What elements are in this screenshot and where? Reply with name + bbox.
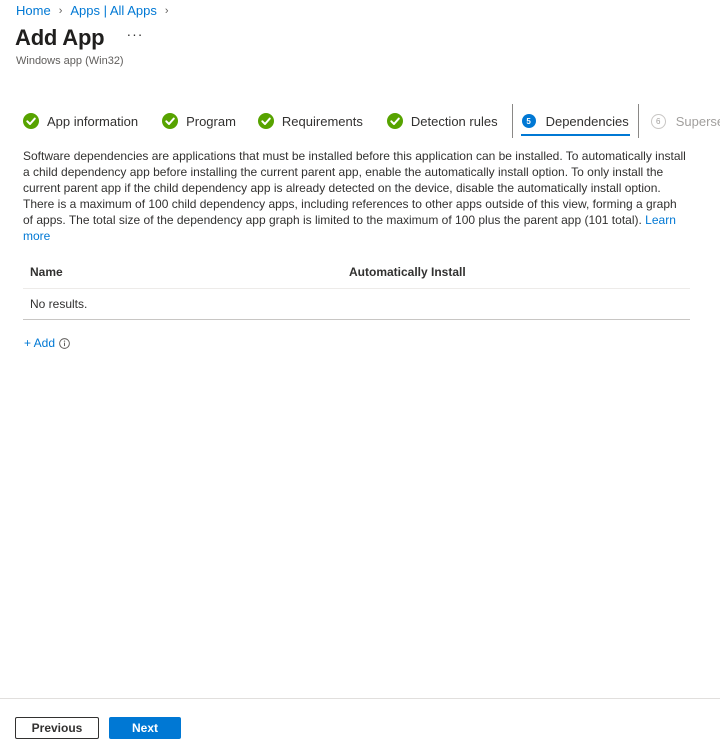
step-number-badge: 6 xyxy=(650,113,666,129)
more-actions-button[interactable]: ··· xyxy=(126,26,143,42)
wizard-tabs: App information Program Requirements Det… xyxy=(14,104,720,138)
chevron-right-icon: › xyxy=(164,4,169,17)
tab-requirements[interactable]: Requirements xyxy=(249,104,372,138)
check-circle-icon xyxy=(162,113,179,129)
tab-program[interactable]: Program xyxy=(153,104,245,138)
next-button[interactable]: Next xyxy=(109,717,181,739)
check-circle-icon xyxy=(23,113,39,129)
tab-label: Program xyxy=(186,113,236,129)
column-header-automatically-install[interactable]: Automatically Install xyxy=(349,265,466,279)
tab-label: Requirements xyxy=(281,113,363,129)
breadcrumb: Home › Apps | All Apps › xyxy=(16,3,177,18)
description-text: Software dependencies are applications t… xyxy=(23,149,686,227)
tab-label: Supersede xyxy=(675,113,720,129)
breadcrumb-apps-link[interactable]: Apps | All Apps xyxy=(70,3,157,18)
column-header-name[interactable]: Name xyxy=(23,265,349,279)
add-label[interactable]: + Add xyxy=(24,336,55,350)
tab-detection-rules[interactable]: Detection rules xyxy=(378,104,507,138)
add-dependency-link[interactable]: + Add xyxy=(24,336,70,350)
breadcrumb-home-link[interactable]: Home xyxy=(16,3,51,18)
step-number-badge: 5 xyxy=(521,114,536,128)
chevron-right-icon: › xyxy=(58,4,63,17)
wizard-footer: Previous Next xyxy=(0,698,720,750)
dependencies-table: Name Automatically Install No results. xyxy=(23,256,690,320)
info-icon[interactable] xyxy=(59,337,70,349)
table-header: Name Automatically Install xyxy=(23,256,690,289)
table-empty-row: No results. xyxy=(23,289,690,320)
tab-label: App information xyxy=(47,113,139,129)
previous-button[interactable]: Previous xyxy=(15,717,99,739)
page-title: Add App xyxy=(15,25,105,50)
tab-supersedence[interactable]: 6 Supersede xyxy=(642,104,720,138)
check-circle-icon xyxy=(386,113,403,129)
tab-app-information[interactable]: App information xyxy=(14,104,147,138)
tab-dependencies[interactable]: 5 Dependencies xyxy=(511,104,639,138)
dependencies-description: Software dependencies are applications t… xyxy=(23,148,688,244)
page-header: Add App ··· xyxy=(15,25,143,51)
tab-label: Detection rules xyxy=(410,113,498,129)
tab-label: Dependencies xyxy=(545,113,629,129)
check-circle-icon xyxy=(257,113,274,129)
page-subtitle: Windows app (Win32) xyxy=(16,55,124,67)
